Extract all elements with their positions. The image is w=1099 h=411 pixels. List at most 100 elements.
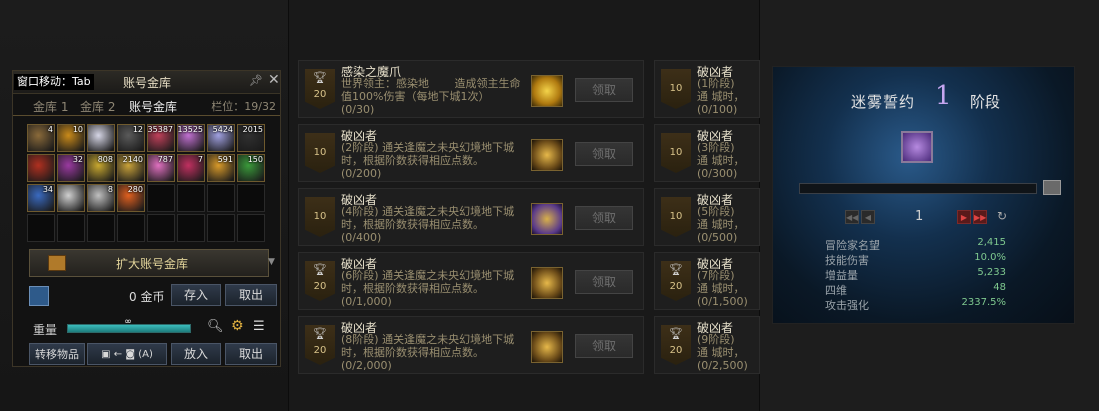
list-icon[interactable]: ☰ — [253, 319, 265, 334]
empty-slot[interactable] — [177, 214, 205, 242]
item-slot[interactable]: 32 — [57, 154, 85, 182]
first-page-icon[interactable]: ◀◀ — [845, 210, 859, 224]
achievement-description: (4阶段) 通关逢魔之未央幻境地下城时，根据阶数获得相应点数。 — [341, 205, 515, 231]
item-slot[interactable]: 8 — [87, 184, 115, 212]
item-count: 150 — [247, 155, 263, 164]
achievement-row: 10破凶者(1阶段) 通 城时，根据(0/100) — [654, 60, 760, 118]
claim-button[interactable]: 领取 — [575, 142, 633, 166]
item-slot[interactable]: 7 — [177, 154, 205, 182]
item-count: 4 — [47, 125, 53, 134]
put-in-button[interactable]: 放入 — [171, 343, 221, 365]
item-slot[interactable]: 2015 — [237, 124, 265, 152]
badge-points: 10 — [669, 211, 683, 222]
transfer-items-button[interactable]: 转移物品 — [29, 343, 85, 365]
expand-vault-button[interactable]: 扩大账号金库 — [29, 249, 269, 277]
achievement-description: (1阶段) 通 城时，根据 — [697, 77, 745, 103]
expand-vault-label: 扩大账号金库 — [116, 257, 189, 271]
stat-value: 48 — [993, 282, 1006, 293]
item-slot[interactable]: 591 — [207, 154, 235, 182]
item-slot[interactable]: 13525 — [177, 124, 205, 152]
claim-button[interactable]: 领取 — [575, 334, 633, 358]
mist-oath-panel: 迷雾誓约 1 阶段 ◀◀ ◀ 1 ▶ ▶▶ ↻ 冒险家名望 2,415 技能伤害 10… — [772, 66, 1075, 324]
reward-gold-icon[interactable] — [531, 75, 563, 107]
empty-slot[interactable] — [237, 214, 265, 242]
empty-slot[interactable] — [147, 214, 175, 242]
item-slot[interactable]: 10 — [57, 124, 85, 152]
item-slot[interactable]: 12 — [117, 124, 145, 152]
dropdown-arrow-icon[interactable]: ▼ — [268, 257, 275, 267]
gold-amount: 0 金币 — [129, 290, 165, 304]
weight-label: 重量 — [33, 323, 58, 337]
take-out-button[interactable]: 取出 — [225, 343, 277, 365]
claim-button[interactable]: 领取 — [575, 78, 633, 102]
achievement-description: (6阶段) 通关逢魔之未央幻境地下城时，根据阶数获得相应点数。 — [341, 269, 515, 295]
item-slot[interactable]: 150 — [237, 154, 265, 182]
arrow-left-icon: ← — [113, 349, 123, 360]
withdraw-button[interactable]: 取出 — [225, 284, 277, 306]
empty-slot[interactable] — [237, 184, 265, 212]
window-title: 账号金库 — [123, 76, 172, 90]
last-page-icon[interactable]: ▶▶ — [973, 210, 987, 224]
tab-vault-1[interactable]: 金库 1 — [33, 98, 68, 115]
tab-vault-2[interactable]: 金库 2 — [80, 98, 115, 115]
achievement-row: 🏆︎ 20 感染之魔爪 世界领主：感染地 造成领主生命值100%伤害（每地下城1次）(… — [298, 60, 644, 118]
item-count: 32 — [72, 155, 83, 164]
claim-button[interactable]: 领取 — [575, 206, 633, 230]
achievement-point-badge: 10 — [661, 197, 691, 237]
oath-title: 迷雾誓约 — [851, 93, 916, 111]
prev-page-icon[interactable]: ◀ — [861, 210, 875, 224]
chest-icon[interactable] — [1043, 180, 1061, 195]
gear-icon[interactable]: ⚙ — [231, 318, 244, 334]
reward-emblem-purple-icon[interactable] — [531, 203, 563, 235]
empty-slot[interactable] — [207, 214, 235, 242]
slot-count: 栏位：19/32 — [211, 100, 276, 113]
item-slot[interactable] — [87, 124, 115, 152]
item-slot[interactable]: 35387 — [147, 124, 175, 152]
stat-label: 技能伤害 — [825, 254, 869, 267]
vault-tabs: 金库 1 金库 2 账号金库 栏位：19/32 — [13, 95, 280, 116]
achievement-progress: (0/400) — [341, 231, 382, 244]
item-slot[interactable]: 2140 — [117, 154, 145, 182]
weight-value: ∞ — [124, 317, 132, 327]
achievement-point-badge: 🏆︎ 20 — [661, 261, 691, 301]
empty-slot[interactable] — [177, 184, 205, 212]
reward-emblem-icon[interactable] — [531, 267, 563, 299]
transfer-shortcut-button[interactable]: ▣ ← ◙ (A) — [87, 343, 167, 365]
item-slot[interactable]: 280 — [117, 184, 145, 212]
badge-points: 10 — [669, 83, 683, 94]
deposit-button[interactable]: 存入 — [171, 284, 221, 306]
empty-slot[interactable] — [207, 184, 235, 212]
trophy-icon: 🏆︎ — [669, 327, 683, 340]
item-count: 7 — [197, 155, 203, 164]
gold-row: 0 金币 存入 取出 — [13, 283, 280, 309]
empty-slot[interactable] — [87, 214, 115, 242]
vault-titlebar[interactable]: 窗口移动：Tab 账号金库 📌︎ ✕ — [13, 71, 280, 94]
search-icon[interactable]: 🔍︎ — [207, 319, 224, 334]
trophy-icon: 🏆︎ — [313, 71, 327, 84]
item-slot[interactable]: 4 — [27, 124, 55, 152]
item-slot[interactable]: 787 — [147, 154, 175, 182]
item-slot[interactable]: 34 — [27, 184, 55, 212]
badge-points: 20 — [669, 345, 683, 356]
pin-icon[interactable]: 📌︎ — [249, 74, 263, 87]
claim-button[interactable]: 领取 — [575, 270, 633, 294]
empty-slot[interactable] — [147, 184, 175, 212]
tab-account-vault[interactable]: 账号金库 — [129, 98, 177, 115]
close-icon[interactable]: ✕ — [268, 72, 280, 88]
reward-emblem-icon[interactable] — [531, 139, 563, 171]
item-slot[interactable] — [27, 154, 55, 182]
empty-slot[interactable] — [117, 214, 145, 242]
bag-icon[interactable] — [29, 286, 49, 306]
achievement-row: 10 破凶者 (4阶段) 通关逢魔之未央幻境地下城时，根据阶数获得相应点数。 (0/4… — [298, 188, 644, 246]
item-slot[interactable]: 808 — [87, 154, 115, 182]
refresh-icon[interactable]: ↻ — [997, 209, 1007, 223]
empty-slot[interactable] — [57, 214, 85, 242]
transfer-row: 转移物品 ▣ ← ◙ (A) 放入 取出 — [13, 343, 280, 365]
stat-value: 2,415 — [977, 237, 1006, 248]
item-slot[interactable]: 5424 — [207, 124, 235, 152]
oath-emblem-icon[interactable] — [901, 131, 933, 163]
reward-emblem-icon[interactable] — [531, 331, 563, 363]
next-page-icon[interactable]: ▶ — [957, 210, 971, 224]
empty-slot[interactable] — [27, 214, 55, 242]
item-slot[interactable] — [57, 184, 85, 212]
